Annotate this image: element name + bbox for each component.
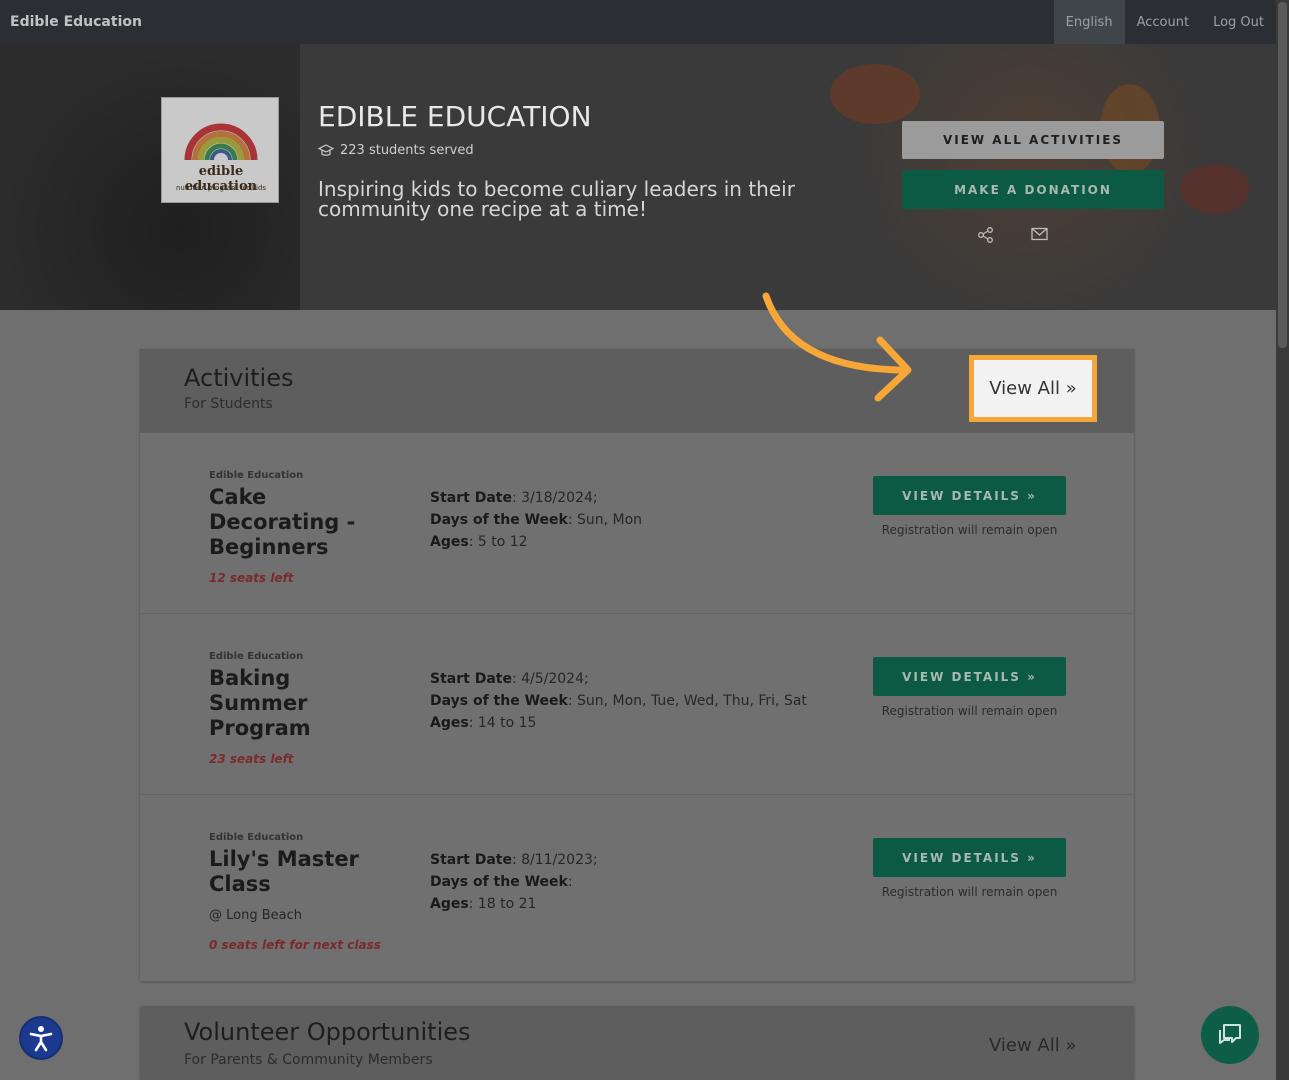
ages-label: Ages xyxy=(430,715,469,731)
nav-links: English Account Log Out xyxy=(1053,0,1276,44)
seats-left: 0 seats left for next class xyxy=(209,938,381,952)
students-served-text: 223 students served xyxy=(340,143,474,158)
chat-button[interactable] xyxy=(1201,1006,1259,1064)
days-label: Days of the Week xyxy=(430,874,568,890)
make-donation-button[interactable]: MAKE A DONATION xyxy=(902,170,1164,209)
activities-subtitle: For Students xyxy=(184,396,273,412)
ages-value: : 18 to 21 xyxy=(468,896,537,912)
hero-banner: edible education nutrition program for k… xyxy=(0,44,1276,310)
activity-row: Edible Education Lily's Master Class @ L… xyxy=(140,795,1134,981)
volunteer-title: Volunteer Opportunities xyxy=(184,1018,471,1046)
start-date-label: Start Date xyxy=(430,490,512,506)
accessibility-button[interactable] xyxy=(19,1016,63,1060)
top-navbar: Edible Education English Account Log Out xyxy=(0,0,1276,44)
volunteer-card: Volunteer Opportunities For Parents & Co… xyxy=(140,1006,1134,1080)
hero-decor xyxy=(1180,164,1250,214)
volunteer-header: Volunteer Opportunities For Parents & Co… xyxy=(140,1006,1134,1080)
annotation-arrow-icon xyxy=(762,292,912,402)
activity-title[interactable]: Cake Decorating - Beginners xyxy=(209,485,384,560)
ages-label: Ages xyxy=(430,534,469,550)
view-details-button[interactable]: VIEW DETAILS » xyxy=(873,838,1066,877)
page-scrollbar[interactable] xyxy=(1276,0,1289,1080)
seats-left: 12 seats left xyxy=(209,571,294,585)
activity-info: Start Date: 4/5/2024; Days of the Week: … xyxy=(430,668,807,734)
days-label: Days of the Week xyxy=(430,512,568,528)
start-date-label: Start Date xyxy=(430,852,512,868)
ages-value: : 5 to 12 xyxy=(468,534,528,550)
activity-org: Edible Education xyxy=(209,470,304,481)
activity-title[interactable]: Lily's Master Class xyxy=(209,847,384,897)
days-value: : Sun, Mon xyxy=(567,512,643,528)
org-title: EDIBLE EDUCATION xyxy=(318,100,592,133)
activities-view-all-link[interactable]: View All » xyxy=(969,355,1097,422)
nav-logout[interactable]: Log Out xyxy=(1201,0,1276,44)
activities-card: Activities For Students Edible Education… xyxy=(140,349,1134,981)
accessibility-icon xyxy=(29,1026,53,1052)
rainbow-icon xyxy=(184,123,258,160)
share-icon[interactable] xyxy=(977,226,995,244)
org-tagline: Inspiring kids to become culiary leaders… xyxy=(318,177,795,221)
activity-row: Edible Education Baking Summer Program 2… xyxy=(140,614,1134,795)
registration-status: Registration will remain open xyxy=(881,885,1058,899)
hero-decor xyxy=(830,64,920,124)
activity-title[interactable]: Baking Summer Program xyxy=(209,666,384,741)
activity-location: @ Long Beach xyxy=(209,908,302,923)
graduation-cap-icon xyxy=(318,143,334,156)
activity-row: Edible Education Cake Decorating - Begin… xyxy=(140,433,1134,614)
start-date-value: : 3/18/2024; xyxy=(511,490,598,506)
start-date-label: Start Date xyxy=(430,671,512,687)
nav-account[interactable]: Account xyxy=(1125,0,1202,44)
ages-label: Ages xyxy=(430,896,469,912)
registration-status: Registration will remain open xyxy=(881,523,1058,537)
brand-link[interactable]: Edible Education xyxy=(0,14,1054,30)
start-date-value: : 8/11/2023; xyxy=(511,852,598,868)
mail-icon[interactable] xyxy=(1031,227,1048,241)
view-details-button[interactable]: VIEW DETAILS » xyxy=(873,476,1066,515)
days-label: Days of the Week xyxy=(430,693,568,709)
activities-title: Activities xyxy=(184,364,294,392)
days-value: : Sun, Mon, Tue, Wed, Thu, Fri, Sat xyxy=(567,693,807,709)
registration-status: Registration will remain open xyxy=(881,704,1058,718)
chat-icon xyxy=(1219,1024,1241,1044)
nav-language-english[interactable]: English xyxy=(1053,0,1125,44)
activity-org: Edible Education xyxy=(209,651,304,662)
students-served: 223 students served xyxy=(318,143,474,158)
start-date-value: : 4/5/2024; xyxy=(511,671,589,687)
volunteer-subtitle: For Parents & Community Members xyxy=(184,1052,433,1068)
scrollbar-thumb[interactable] xyxy=(1278,2,1287,348)
seats-left: 23 seats left xyxy=(209,752,294,766)
view-all-activities-button[interactable]: VIEW ALL ACTIVITIES xyxy=(902,121,1164,159)
view-details-button[interactable]: VIEW DETAILS » xyxy=(873,657,1066,696)
volunteer-view-all-link[interactable]: View All » xyxy=(989,1035,1077,1056)
logo-tagline: nutrition program for kids xyxy=(175,184,267,192)
org-logo: edible education nutrition program for k… xyxy=(161,97,279,203)
activity-info: Start Date: 3/18/2024; Days of the Week:… xyxy=(430,487,642,553)
activity-org: Edible Education xyxy=(209,832,304,843)
days-value: : xyxy=(567,874,573,890)
activity-info: Start Date: 8/11/2023; Days of the Week:… xyxy=(430,849,598,915)
ages-value: : 14 to 15 xyxy=(468,715,537,731)
